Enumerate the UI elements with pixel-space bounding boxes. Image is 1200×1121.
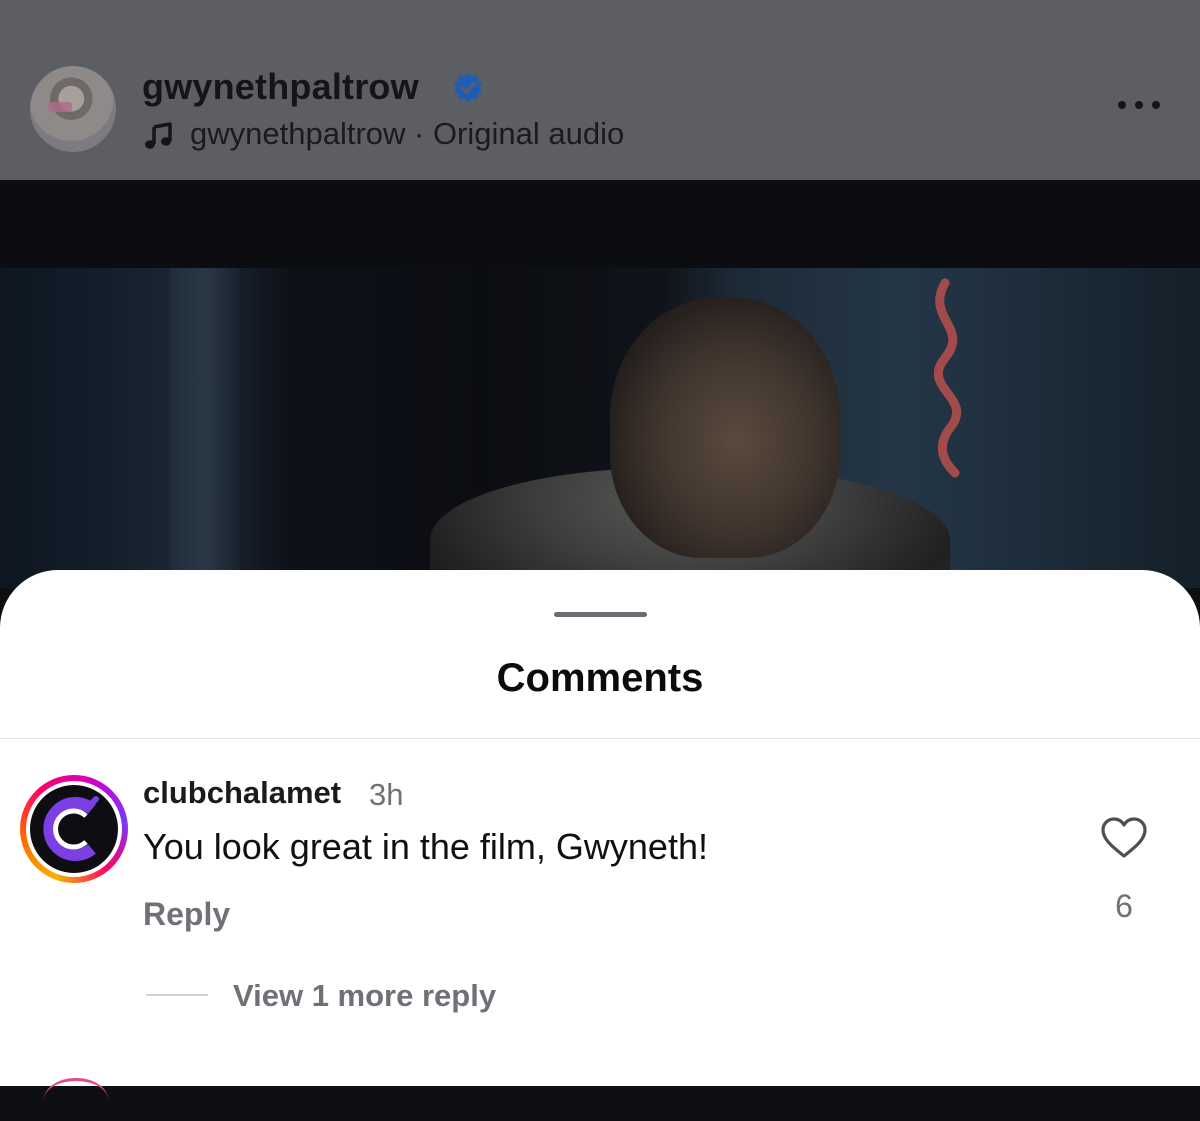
- video-scene-neon-sign: [933, 278, 962, 478]
- comment-text: You look great in the film, Gwyneth!: [143, 826, 708, 867]
- sheet-drag-handle[interactable]: [554, 612, 647, 617]
- replies-connector-line: [146, 994, 208, 996]
- verified-badge-icon: [454, 73, 482, 102]
- comments-title: Comments: [496, 656, 704, 700]
- original-audio-link[interactable]: gwynethpaltrow · Original audio: [190, 116, 624, 152]
- author-avatar[interactable]: [30, 66, 116, 152]
- header-divider: [0, 738, 1200, 739]
- music-note-icon: [145, 122, 172, 149]
- like-count: 6: [1115, 888, 1133, 924]
- video-scene-curtain: [170, 268, 240, 588]
- post-header: gwynethpaltrow gwynethpaltrow · Original…: [0, 0, 1200, 180]
- video-scene-figure-head: [610, 298, 840, 558]
- comments-sheet: Comments clubchalamet 3h You look great …: [0, 570, 1200, 1086]
- avatar-photo-detail: [48, 102, 72, 112]
- c-logo-icon: [43, 796, 99, 861]
- more-options-icon[interactable]: [1114, 96, 1164, 114]
- next-commenter-avatar[interactable]: [44, 1078, 108, 1121]
- view-more-replies-button[interactable]: View 1 more reply: [233, 978, 496, 1014]
- heart-icon[interactable]: [1100, 816, 1148, 860]
- comment-timestamp: 3h: [369, 777, 404, 812]
- video-letterbox: [0, 180, 1200, 268]
- club-logo: [30, 785, 118, 873]
- reply-button[interactable]: Reply: [143, 896, 230, 933]
- video-player[interactable]: [0, 268, 1200, 588]
- commenter-avatar[interactable]: [20, 775, 128, 883]
- commenter-username[interactable]: clubchalamet: [143, 775, 341, 811]
- author-username[interactable]: gwynethpaltrow: [142, 66, 419, 108]
